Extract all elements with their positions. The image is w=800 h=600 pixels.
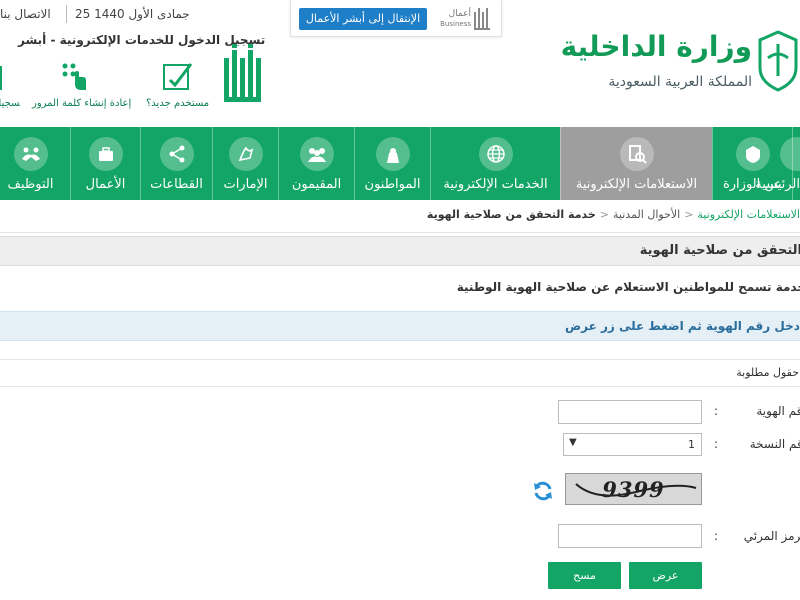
register-label: تسجيل [0,98,20,109]
instruction-bar: أدخل رقم الهوية ثم اضغط على زر عرض [0,311,800,341]
ministry-name: وزارة الداخلية [560,30,752,63]
page-header: التحقق من صلاحية الهوية [0,236,800,266]
top-bar: الاتصال بنا 25 جمادى الأول 1440 [0,0,290,30]
required-note-text: * حقول مطلوبة [736,366,800,379]
reset-password-icon [62,63,86,90]
nav-item-label: المقيمون [291,177,342,192]
colon: : [714,529,719,543]
emirates-icon [228,137,263,171]
absher-logo[interactable] [222,44,266,106]
page-title: التحقق من صلاحية الهوية [639,243,800,258]
visual-code-label-text: الرمز المرئي [743,529,800,543]
service-description: خدمة تسمح للمواطنين الاستعلام عن صلاحية … [456,280,800,294]
breadcrumb-separator-icon: < [599,208,610,221]
business-icon [88,137,123,171]
nav-item-label: التوظيف [7,177,54,192]
version-number-label-text: رقم النسخة [749,437,800,451]
contact-us-link[interactable]: الاتصال بنا [0,7,51,21]
nav-item-label: عن الوزارة [722,177,783,192]
register-link[interactable]: تسجيل [0,64,20,109]
nav-item-label: الاستعلامات الإلكترونية [575,177,698,192]
new-user-label: مستخدم جديد؟ [146,98,210,109]
nav-item-citizens[interactable]: المواطنون [354,127,430,200]
new-user-icon [163,63,193,90]
clear-button[interactable]: مسح [548,562,621,589]
breadcrumb-item-current: خدمة التحقق من صلاحية الهوية [426,208,596,221]
id-number-label-text: رقم الهوية [756,404,800,418]
visual-code-label: * الرمز المرئي [744,529,800,543]
breadcrumb-item-civil-affairs[interactable]: الأحوال المدنية [613,208,680,221]
nav-item-label: الأعمال [85,177,126,192]
divider [66,5,67,23]
globe-icon [478,137,513,171]
id-number-input[interactable] [558,400,702,424]
employment-icon [13,137,48,171]
emblem-icon [735,137,770,171]
captcha-image: 9399 [565,473,702,505]
absher-business-logo: أعمال Business [435,4,495,34]
nav-item-eservices[interactable]: الخدمات الإلكترونية [430,127,560,200]
version-number-select[interactable]: ▼ 1 [563,433,702,456]
breadcrumb-separator-icon: < [684,208,694,221]
nav-item-about[interactable]: عن الوزارة [712,127,792,200]
absher-business-button[interactable]: الإنتقال إلى أبشر الأعمال [299,8,427,30]
breadcrumb: الاستعلامات الإلكترونية<الأحوال المدنية<… [0,200,800,233]
instruction-text: أدخل رقم الهوية ثم اضغط على زر عرض [564,319,800,333]
ministry-subtitle: المملكة العربية السعودية [608,74,752,90]
inquiries-icon [619,137,654,171]
register-icon [0,66,2,90]
reset-password-label: إعادة إنشاء كلمة المرور [32,98,132,109]
nav-item-label: المواطنون [364,177,421,192]
submit-button[interactable]: عرض [629,562,702,589]
captcha-noise-line [575,483,697,497]
required-fields-note: * حقول مطلوبة [0,359,800,387]
nav-item-home[interactable]: الرئيسية [755,127,800,200]
hijri-date: 25 جمادى الأول 1440 [75,7,190,21]
absher-bars-icon [474,8,490,30]
ministry-emblem-icon [758,30,798,92]
nav-item-label: الإمارات [223,177,268,192]
residents-icon [299,137,334,171]
nav-item-label: الرئيسية [755,177,800,192]
version-number-value: 1 [688,438,695,451]
nav-item-sectors[interactable]: القطاعات [140,127,212,200]
new-user-link[interactable]: مستخدم جديد؟ [146,60,210,109]
id-number-label: * رقم الهوية [756,404,800,418]
colon: : [714,404,719,418]
chevron-down-icon: ▼ [569,437,577,448]
business-logo-text: أعمال [448,9,471,19]
reset-password-link[interactable]: إعادة إنشاء كلمة المرور [32,62,131,109]
absher-business-box: الإنتقال إلى أبشر الأعمال أعمال Business [290,0,502,37]
main-navigation: الرئيسية عن الوزارة الاستعلامات الإلكترو… [0,127,800,200]
business-logo-subtext: Business [440,20,471,28]
colon: : [714,437,719,451]
nav-item-employment[interactable]: التوظيف [0,127,70,200]
version-number-label: * رقم النسخة [750,437,800,451]
nav-item-label: الخدمات الإلكترونية [443,177,548,192]
refresh-captcha-icon[interactable] [532,480,554,502]
nav-item-residents[interactable]: المقيمون [278,127,354,200]
nav-item-inquiries[interactable]: الاستعلامات الإلكترونية [560,127,712,200]
sectors-icon [159,137,194,171]
visual-code-input[interactable] [558,524,702,548]
citizen-icon [375,137,410,171]
ministry-logo[interactable]: وزارة الداخلية المملكة العربية السعودية [561,30,800,100]
nav-item-emirates[interactable]: الإمارات [212,127,278,200]
nav-item-label: القطاعات [150,177,203,192]
absher-login-panel: تسجيل الدخول للخدمات الإلكترونية - أبشر … [0,30,282,116]
breadcrumb-item-inquiries[interactable]: الاستعلامات الإلكترونية [697,208,800,221]
nav-item-business[interactable]: الأعمال [70,127,140,200]
